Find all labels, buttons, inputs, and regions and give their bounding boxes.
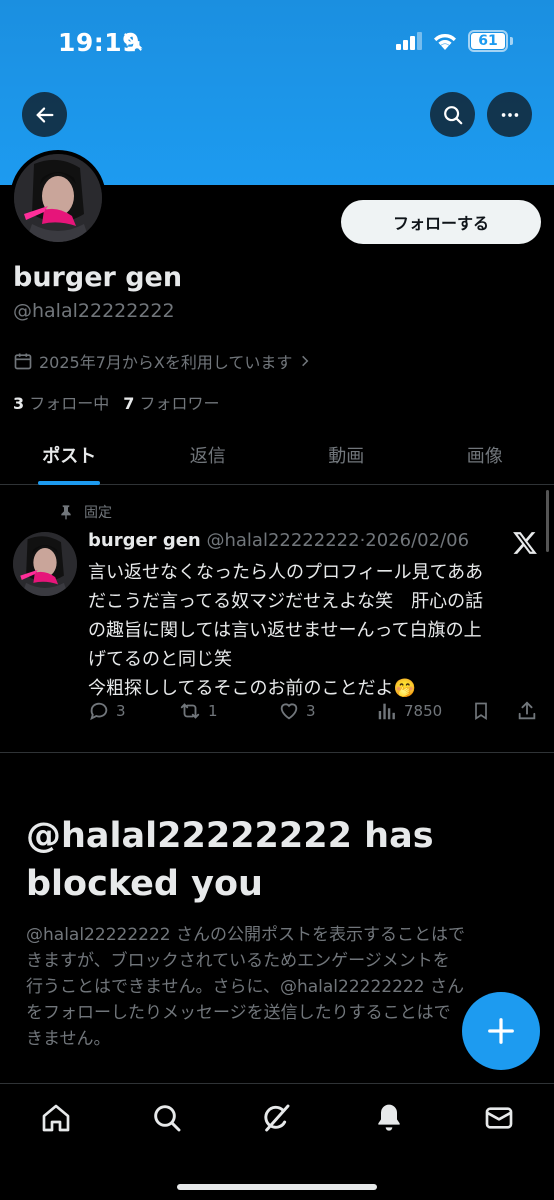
search-icon	[154, 1105, 181, 1132]
pinned-label: 固定	[84, 505, 112, 521]
bookmark-button[interactable]	[471, 700, 491, 722]
bookmark-icon	[475, 702, 487, 721]
bell-off-icon	[124, 33, 143, 52]
compose-button[interactable]	[462, 992, 540, 1070]
views-button[interactable]: 7850	[376, 700, 442, 722]
analytics-icon	[378, 703, 395, 720]
reply-button[interactable]: 3	[88, 700, 126, 722]
post-header: burger gen @halal22222222·2026/02/06	[88, 530, 469, 551]
blocked-text-line: きません。	[26, 1029, 111, 1049]
post-text-line: 今粗探ししてるそこのお前のことだよ🤭	[88, 678, 416, 699]
x-logo-icon[interactable]	[512, 530, 538, 556]
heart-icon	[280, 703, 298, 720]
mail-icon	[485, 1107, 513, 1129]
pin-icon	[61, 505, 71, 520]
home-indicator[interactable]	[177, 1184, 377, 1190]
share-button[interactable]	[516, 700, 538, 722]
post-author-handle[interactable]: @halal22222222	[206, 530, 359, 551]
blocked-title: @halal22222222 has blocked you	[26, 812, 526, 908]
repost-icon	[180, 703, 200, 719]
more-button[interactable]	[487, 92, 532, 137]
back-button[interactable]	[22, 92, 67, 137]
tab-images[interactable]: 画像	[416, 425, 554, 484]
blocked-text-line: @halal22222222 さんの公開ポストを表示することはで	[26, 925, 465, 945]
post-text-line: 言い返せなくなったら人のプロフィール見てああ	[88, 562, 484, 583]
plus-icon	[488, 1018, 514, 1044]
post-text: 言い返せなくなったら人のプロフィール見てああ だこうだ言ってる奴マジだせえよな笑…	[88, 558, 528, 703]
search-icon	[443, 105, 462, 124]
status-bar: 19:19 61	[0, 0, 554, 86]
like-count: 3	[306, 702, 316, 720]
tab-label: ポスト	[42, 445, 97, 467]
pinned-indicator: 固定	[58, 502, 112, 522]
nav-search[interactable]	[149, 1100, 185, 1136]
joined-text: 2025年7月からXを利用しています	[39, 353, 293, 372]
tab-active-indicator	[38, 481, 101, 485]
followers-link[interactable]: 7 フォロワー	[123, 390, 219, 414]
followers-label: フォロワー	[139, 394, 220, 413]
search-button[interactable]	[430, 92, 475, 137]
blocked-description: @halal22222222 さんの公開ポストを表示することはで きますが、ブロ…	[26, 922, 536, 1052]
nav-grok[interactable]	[258, 1100, 294, 1136]
tab-videos[interactable]: 動画	[277, 425, 416, 484]
tab-label: 返信	[189, 445, 226, 467]
battery-indicator: 61	[468, 30, 508, 52]
signal-icon	[396, 32, 422, 50]
reply-count: 3	[116, 702, 126, 720]
tab-posts[interactable]: ポスト	[0, 425, 139, 485]
bell-icon	[378, 1104, 400, 1131]
profile-avatar[interactable]	[10, 150, 106, 246]
blocked-title-line: blocked you	[26, 864, 263, 904]
home-icon	[42, 1104, 70, 1132]
tab-label: 動画	[328, 445, 365, 467]
battery-level: 61	[471, 33, 505, 49]
post-divider	[0, 752, 554, 753]
post-text-line: だこうだ言ってる奴マジだせえよな笑 肝心の話	[88, 591, 484, 612]
tab-label: 画像	[466, 445, 503, 467]
post-text-line: の趣旨に関しては言い返せませーんって白旗の上	[88, 620, 482, 641]
follow-stats: 3 フォロー中 7 フォロワー	[13, 390, 220, 414]
repost-button[interactable]: 1	[178, 700, 218, 722]
reply-icon	[90, 702, 108, 721]
calendar-icon	[14, 353, 32, 370]
follow-button[interactable]: フォローする	[341, 200, 541, 244]
avatar-image	[14, 154, 102, 242]
chevron-right-icon	[302, 355, 309, 367]
share-icon	[518, 701, 536, 720]
nav-notifications[interactable]	[371, 1100, 407, 1136]
more-icon	[501, 112, 518, 117]
profile-display-name: burger gen	[13, 262, 183, 293]
following-link[interactable]: 3 フォロー中	[13, 390, 109, 414]
tab-replies[interactable]: 返信	[139, 425, 278, 484]
views-count: 7850	[404, 702, 443, 720]
profile-handle: @halal22222222	[13, 300, 175, 322]
followers-count: 7	[123, 394, 135, 413]
grok-icon	[264, 1104, 290, 1132]
battery-cap	[510, 37, 513, 45]
repost-count: 1	[208, 702, 218, 720]
arrow-left-icon	[36, 106, 53, 123]
profile-tabs: ポスト 返信 動画 画像	[0, 425, 554, 485]
following-count: 3	[13, 394, 25, 413]
blocked-text-line: 行うことはできません。さらに、@halal22222222 さん	[26, 977, 464, 997]
bottom-navigation	[0, 1083, 554, 1200]
post-actions: 3 1 3 7850	[88, 700, 550, 730]
post-avatar-image	[13, 532, 77, 596]
nav-messages[interactable]	[481, 1100, 517, 1136]
following-label: フォロー中	[29, 394, 110, 413]
blocked-title-line: @halal22222222 has	[26, 816, 434, 856]
post-avatar[interactable]	[13, 532, 77, 596]
scrollbar[interactable]	[546, 490, 549, 552]
like-button[interactable]: 3	[278, 700, 316, 722]
post-date[interactable]: 2026/02/06	[365, 530, 469, 551]
post-text-line: げてるのと同じ笑	[88, 649, 232, 670]
blocked-text-line: をフォローしたりメッセージを送信したりすることはで	[26, 1003, 451, 1023]
wifi-icon	[434, 33, 456, 50]
joined-date[interactable]: 2025年7月からXを利用しています	[13, 349, 312, 373]
nav-home[interactable]	[38, 1100, 74, 1136]
post-author-name[interactable]: burger gen	[88, 530, 201, 551]
blocked-text-line: きますが、ブロックされているためエンゲージメントを	[26, 951, 450, 971]
